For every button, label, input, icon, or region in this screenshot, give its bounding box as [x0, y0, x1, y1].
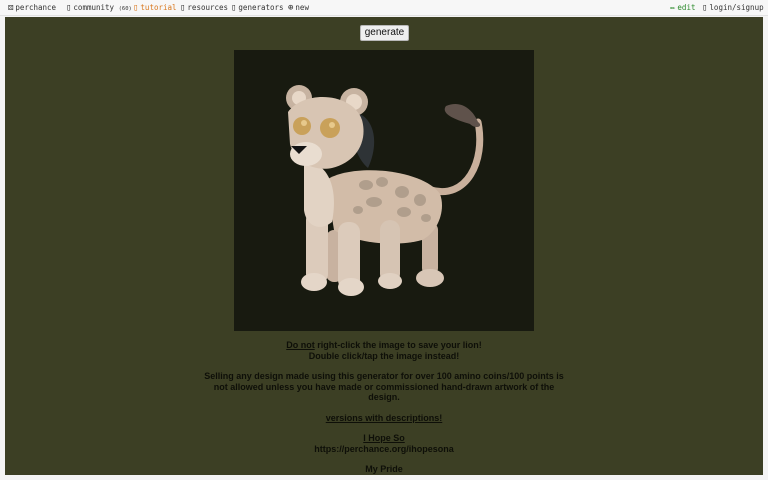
generators-label: generators [238, 3, 284, 12]
user-icon: ▯ [702, 3, 708, 13]
tail-tuft [444, 103, 481, 128]
lion-chest [304, 161, 334, 227]
lion-paw-2 [338, 278, 364, 296]
lion-tail [427, 118, 484, 196]
community-link[interactable]: ▯ community (60) [66, 3, 132, 14]
lion-muzzle [290, 142, 322, 166]
tutorial-label: tutorial [140, 3, 177, 12]
versions-link[interactable]: versions with descriptions! [326, 413, 443, 423]
eye-highlight-left [301, 120, 307, 126]
edit-link[interactable]: ✏ edit [670, 3, 695, 13]
login-label: login/signup [709, 3, 764, 12]
lion-illustration [286, 85, 484, 296]
lion-eye-left [293, 117, 311, 135]
eye-highlight-right [329, 122, 335, 128]
warning-emphasis: Do not [286, 340, 315, 350]
top-nav: ⚄ perchance ▯ community (60) ▯ tutorial ▯ re… [0, 0, 768, 16]
lion-paw-far-back [416, 269, 444, 287]
resources-link[interactable]: ▯ resources [180, 3, 228, 13]
lion-paw-3 [378, 273, 402, 289]
selling-notice: Selling any design made using this gener… [204, 371, 564, 402]
lion-paw-1 [301, 273, 327, 291]
resources-label: resources [187, 3, 229, 12]
community-label: community [73, 3, 115, 12]
ihopesona-link[interactable]: I Hope So [363, 433, 405, 443]
lion-eye-right [320, 118, 340, 138]
community-count: (60) [118, 6, 132, 12]
generators-icon: ▯ [231, 3, 237, 13]
warning-text: right-click the image to save your lion! [314, 340, 482, 350]
edit-label: edit [677, 3, 696, 12]
tutorial-icon: ▯ [133, 3, 139, 13]
save-warning: Do not right-click the image to save you… [204, 340, 564, 351]
ihopesona-url: https://perchance.org/ihopesona [314, 443, 454, 454]
resources-icon: ▯ [180, 3, 186, 13]
info-notes: Do not right-click the image to save you… [204, 340, 564, 475]
community-icon: ▯ [66, 3, 72, 13]
lion-image[interactable] [234, 50, 534, 331]
pencil-icon: ✏ [670, 3, 676, 13]
warning-line-2: Double click/tap the image instead! [308, 350, 460, 361]
generators-link[interactable]: ▯ generators [231, 3, 284, 13]
login-link[interactable]: ▯ login/signup [702, 3, 764, 13]
generate-button[interactable]: generate [360, 25, 409, 41]
dice-icon: ⚄ [8, 3, 14, 13]
plus-circle-icon: ⊕ [288, 3, 294, 13]
new-link[interactable]: ⊕ new [288, 3, 309, 13]
generator-page: generate Do not right-click the image to… [5, 17, 763, 475]
my-pride-title: My Pride [365, 464, 403, 474]
tutorial-link[interactable]: ▯ tutorial [133, 3, 177, 13]
perchance-home-link[interactable]: ⚄ perchance [8, 3, 56, 13]
new-label: new [295, 3, 309, 12]
brand-label: perchance [15, 3, 57, 12]
